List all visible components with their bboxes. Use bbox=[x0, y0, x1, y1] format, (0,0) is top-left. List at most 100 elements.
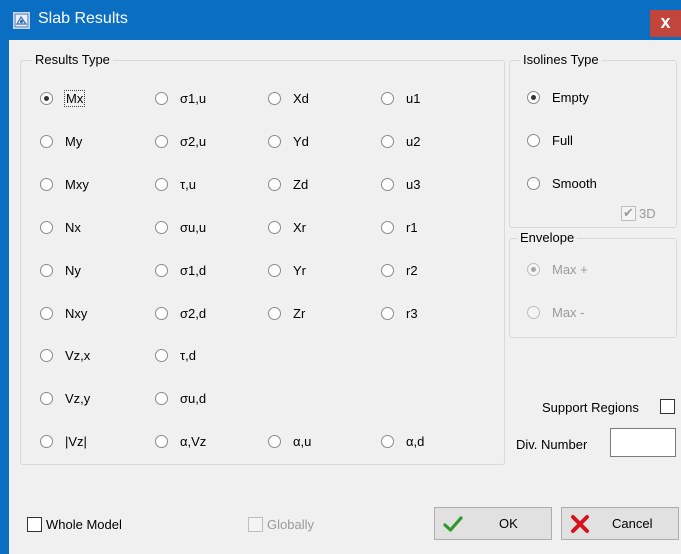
radio-1-d[interactable]: σ1,d bbox=[155, 261, 206, 279]
envelope-group bbox=[509, 238, 677, 338]
radio-button-icon bbox=[155, 220, 168, 234]
radio-label: Max - bbox=[552, 304, 585, 320]
radio-button-icon bbox=[268, 177, 281, 191]
ok-button[interactable]: OK bbox=[434, 507, 552, 540]
radio-button-icon bbox=[40, 220, 53, 234]
three-d-checkbox[interactable]: ✔ bbox=[621, 205, 636, 221]
radio-u1[interactable]: u1 bbox=[381, 89, 420, 107]
radio-label: Zd bbox=[293, 176, 309, 192]
radio-u-u[interactable]: σu,u bbox=[155, 218, 206, 236]
radio-d[interactable]: τ,d bbox=[155, 346, 196, 364]
radio-button-icon bbox=[155, 177, 168, 191]
radio-button-icon bbox=[527, 305, 540, 319]
radio-ny[interactable]: Ny bbox=[40, 261, 81, 279]
radio-label: Ny bbox=[65, 262, 81, 278]
globally-label: Globally bbox=[267, 517, 314, 532]
title-bar[interactable]: Slab Results x bbox=[0, 0, 681, 40]
radio-u[interactable]: τ,u bbox=[155, 175, 196, 193]
radio-button-icon bbox=[155, 91, 168, 105]
radio-label: σ1,d bbox=[180, 262, 207, 278]
radio-vz[interactable]: α,Vz bbox=[155, 432, 206, 450]
radio-button-icon bbox=[40, 391, 53, 405]
support-regions-label: Support Regions bbox=[542, 400, 639, 415]
radio-empty[interactable]: Empty bbox=[527, 88, 589, 106]
radio-label: r2 bbox=[406, 262, 418, 278]
radio-button-icon bbox=[155, 134, 168, 148]
radio-mxy[interactable]: Mxy bbox=[40, 175, 89, 193]
radio-button-icon bbox=[155, 306, 168, 320]
radio-button-icon bbox=[40, 177, 53, 191]
radio-r3[interactable]: r3 bbox=[381, 304, 418, 322]
radio-button-icon bbox=[381, 177, 394, 191]
radio-yr[interactable]: Yr bbox=[268, 261, 306, 279]
radio-button-icon bbox=[40, 434, 53, 448]
dialog-body: Results Type Mx My Mxy Nx Ny Nxy Vz,x Vz,y |Vz| … bbox=[9, 40, 681, 554]
radio-label: My bbox=[65, 133, 83, 149]
radio-nx[interactable]: Nx bbox=[40, 218, 81, 236]
whole-model-checkbox[interactable] bbox=[27, 517, 42, 532]
cancel-button[interactable]: Cancel bbox=[561, 507, 679, 540]
radio-label: Zr bbox=[293, 305, 306, 321]
radio-button-icon bbox=[40, 91, 53, 105]
app-icon bbox=[13, 12, 30, 29]
radio-vz-y[interactable]: Vz,y bbox=[40, 389, 90, 407]
radio-r2[interactable]: r2 bbox=[381, 261, 418, 279]
radio-label: σ2,d bbox=[180, 305, 207, 321]
close-button[interactable]: x bbox=[650, 10, 681, 37]
radio-smooth[interactable]: Smooth bbox=[527, 174, 597, 192]
radio-u3[interactable]: u3 bbox=[381, 175, 420, 193]
radio-button-icon bbox=[527, 262, 540, 276]
radio-zd[interactable]: Zd bbox=[268, 175, 308, 193]
radio-zr[interactable]: Zr bbox=[268, 304, 305, 322]
radio-xr[interactable]: Xr bbox=[268, 218, 306, 236]
radio-max[interactable]: Max - bbox=[527, 303, 585, 321]
radio-label: Xd bbox=[293, 90, 309, 106]
radio-label: r3 bbox=[406, 305, 418, 321]
results-type-group bbox=[20, 60, 505, 465]
radio-u[interactable]: α,u bbox=[268, 432, 311, 450]
radio-label: σu,u bbox=[180, 219, 207, 235]
radio-label: α,u bbox=[293, 433, 312, 449]
radio-button-icon bbox=[268, 434, 281, 448]
radio-label: u3 bbox=[406, 176, 421, 192]
radio-d[interactable]: α,d bbox=[381, 432, 424, 450]
support-regions-checkbox[interactable] bbox=[660, 399, 675, 414]
radio-label: Vz,y bbox=[65, 390, 91, 406]
radio-nxy[interactable]: Nxy bbox=[40, 304, 87, 322]
div-number-input[interactable] bbox=[610, 428, 676, 457]
globally-checkbox[interactable] bbox=[248, 517, 263, 532]
radio-label: u2 bbox=[406, 133, 421, 149]
radio-label: Yr bbox=[293, 262, 306, 278]
radio-button-icon bbox=[381, 134, 394, 148]
radio-full[interactable]: Full bbox=[527, 131, 573, 149]
radio-u2[interactable]: u2 bbox=[381, 132, 420, 150]
red-x-icon bbox=[570, 514, 590, 534]
radio-button-icon bbox=[40, 348, 53, 362]
radio-label: σ2,u bbox=[180, 133, 207, 149]
cancel-button-label: Cancel bbox=[612, 516, 653, 531]
radio-r1[interactable]: r1 bbox=[381, 218, 418, 236]
radio-2-u[interactable]: σ2,u bbox=[155, 132, 206, 150]
radio-u-d[interactable]: σu,d bbox=[155, 389, 206, 407]
radio-button-icon bbox=[155, 434, 168, 448]
radio-yd[interactable]: Yd bbox=[268, 132, 309, 150]
radio-1-u[interactable]: σ1,u bbox=[155, 89, 206, 107]
radio-mx[interactable]: Mx bbox=[40, 89, 86, 107]
div-number-label: Div. Number bbox=[516, 437, 588, 452]
radio-label: Smooth bbox=[552, 175, 597, 191]
radio-button-icon bbox=[155, 391, 168, 405]
radio-my[interactable]: My bbox=[40, 132, 82, 150]
radio-label: α,d bbox=[406, 433, 425, 449]
radio-button-icon bbox=[268, 220, 281, 234]
results-type-label: Results Type bbox=[32, 52, 113, 67]
check-icon: ✔ bbox=[623, 205, 634, 220]
radio-2-d[interactable]: σ2,d bbox=[155, 304, 206, 322]
radio-label: σ1,u bbox=[180, 90, 207, 106]
radio-vz[interactable]: |Vz| bbox=[40, 432, 87, 450]
radio-label: Mxy bbox=[65, 176, 89, 192]
radio-button-icon bbox=[381, 306, 394, 320]
radio-max[interactable]: Max + bbox=[527, 260, 588, 278]
radio-vz-x[interactable]: Vz,x bbox=[40, 346, 90, 364]
radio-xd[interactable]: Xd bbox=[268, 89, 309, 107]
radio-label: τ,u bbox=[180, 176, 196, 192]
